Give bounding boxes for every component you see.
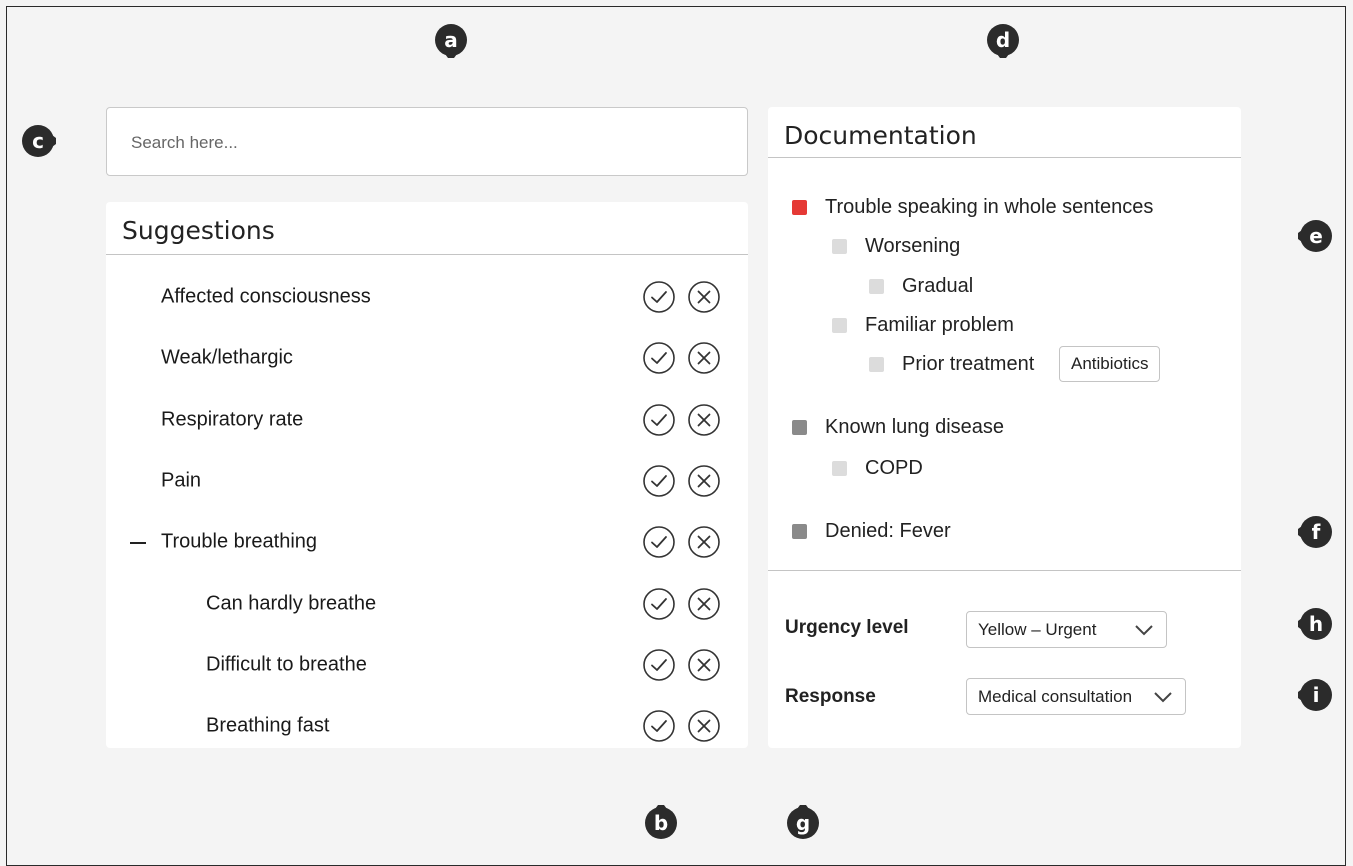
- x-circle-icon[interactable]: [688, 465, 720, 497]
- marker-d: d: [985, 22, 1021, 58]
- suggestion-row[interactable]: Can hardly breathe: [106, 574, 748, 634]
- suggestions-divider: [106, 254, 748, 255]
- chevron-down-icon: [1135, 625, 1153, 636]
- suggestion-label: Respiratory rate: [161, 408, 304, 431]
- suggestion-row[interactable]: Weak/lethargic: [106, 328, 748, 388]
- documentation-item[interactable]: Worsening: [832, 231, 960, 261]
- x-circle-icon[interactable]: [688, 526, 720, 558]
- urgency-level-value: Yellow – Urgent: [978, 619, 1097, 639]
- suggestion-label: Weak/lethargic: [161, 346, 293, 369]
- x-circle-icon[interactable]: [688, 648, 720, 681]
- documentation-item[interactable]: Denied: Fever: [792, 516, 951, 546]
- documentation-item[interactable]: Gradual: [869, 271, 973, 301]
- check-circle-icon[interactable]: [643, 342, 675, 375]
- documentation-footer-divider: [768, 570, 1241, 571]
- documentation-item-label: Prior treatment: [902, 352, 1035, 375]
- documentation-item-label: Trouble speaking in whole sentences: [825, 195, 1154, 218]
- marker-f: f: [1298, 514, 1334, 550]
- documentation-item[interactable]: Prior treatment: [869, 349, 1034, 379]
- suggestion-row[interactable]: Pain: [106, 451, 748, 511]
- documentation-item[interactable]: Familiar problem: [832, 310, 1014, 340]
- status-indicator: [832, 317, 847, 333]
- x-circle-icon[interactable]: [688, 587, 720, 620]
- urgency-level-label: Urgency level: [785, 617, 909, 638]
- documentation-item[interactable]: Known lung disease: [792, 412, 1004, 442]
- check-circle-icon[interactable]: [643, 281, 675, 313]
- check-circle-icon[interactable]: [643, 465, 675, 497]
- documentation-divider: [768, 157, 1241, 158]
- documentation-panel: Documentation Trouble speaking in whole …: [768, 107, 1241, 748]
- x-circle-icon[interactable]: [688, 342, 720, 375]
- treatment-tag[interactable]: Antibiotics: [1059, 346, 1161, 382]
- urgency-level-select[interactable]: Yellow – Urgent: [966, 611, 1167, 648]
- response-value: Medical consultation: [978, 686, 1133, 706]
- x-circle-icon[interactable]: [688, 403, 720, 436]
- marker-h: h: [1298, 606, 1334, 642]
- suggestions-panel: Suggestions Affected consciousness Weak/l…: [106, 202, 748, 748]
- suggestion-row[interactable]: Trouble breathing: [106, 512, 748, 572]
- documentation-item-label: Denied: Fever: [825, 519, 951, 542]
- check-circle-icon[interactable]: [643, 587, 675, 620]
- suggestions-title: Suggestions: [122, 216, 275, 245]
- collapse-toggle[interactable]: [130, 542, 146, 545]
- x-circle-icon[interactable]: [688, 710, 720, 742]
- x-circle-icon[interactable]: [688, 281, 720, 313]
- suggestion-label: Trouble breathing: [161, 530, 318, 553]
- suggestion-row[interactable]: Affected consciousness: [106, 267, 748, 327]
- search-input[interactable]: [129, 128, 653, 158]
- suggestion-row[interactable]: Breathing fast: [106, 696, 748, 756]
- suggestion-label: Can hardly breathe: [206, 592, 377, 614]
- response-select[interactable]: Medical consultation: [966, 678, 1186, 715]
- documentation-item-label: Familiar problem: [865, 313, 1014, 336]
- suggestion-row[interactable]: Respiratory rate: [106, 390, 748, 450]
- check-circle-icon[interactable]: [643, 526, 675, 558]
- check-circle-icon[interactable]: [643, 710, 675, 742]
- check-circle-icon[interactable]: [643, 403, 675, 436]
- documentation-item[interactable]: COPD: [832, 453, 923, 483]
- documentation-title: Documentation: [784, 121, 977, 150]
- status-indicator: [869, 356, 884, 372]
- documentation-item-label: Known lung disease: [825, 415, 1005, 438]
- suggestion-row[interactable]: Difficult to breathe: [106, 635, 748, 695]
- marker-c: c: [20, 123, 56, 159]
- status-indicator: [832, 460, 847, 476]
- documentation-item-label: Gradual: [902, 274, 974, 297]
- status-indicator: [792, 523, 807, 539]
- suggestion-label: Breathing fast: [206, 714, 330, 737]
- search-box[interactable]: [106, 107, 823, 176]
- suggestion-label: Pain: [161, 469, 202, 492]
- marker-g: g: [785, 805, 821, 841]
- documentation-item-label: Worsening: [865, 234, 961, 257]
- response-label: Response: [785, 686, 876, 707]
- marker-i: i: [1298, 677, 1334, 713]
- status-indicator: [869, 278, 884, 294]
- documentation-item-label: COPD: [865, 456, 923, 479]
- marker-a: a: [433, 22, 469, 58]
- status-indicator: [792, 419, 807, 435]
- marker-e: e: [1298, 218, 1334, 254]
- status-indicator: [792, 199, 807, 215]
- chevron-down-icon: [1154, 692, 1172, 703]
- documentation-item[interactable]: Trouble speaking in whole sentences: [792, 192, 1153, 222]
- status-indicator: [832, 238, 847, 254]
- check-circle-icon[interactable]: [643, 648, 675, 681]
- suggestion-label: Difficult to breathe: [206, 653, 367, 676]
- suggestion-label: Affected consciousness: [161, 285, 371, 308]
- marker-b: b: [643, 805, 679, 841]
